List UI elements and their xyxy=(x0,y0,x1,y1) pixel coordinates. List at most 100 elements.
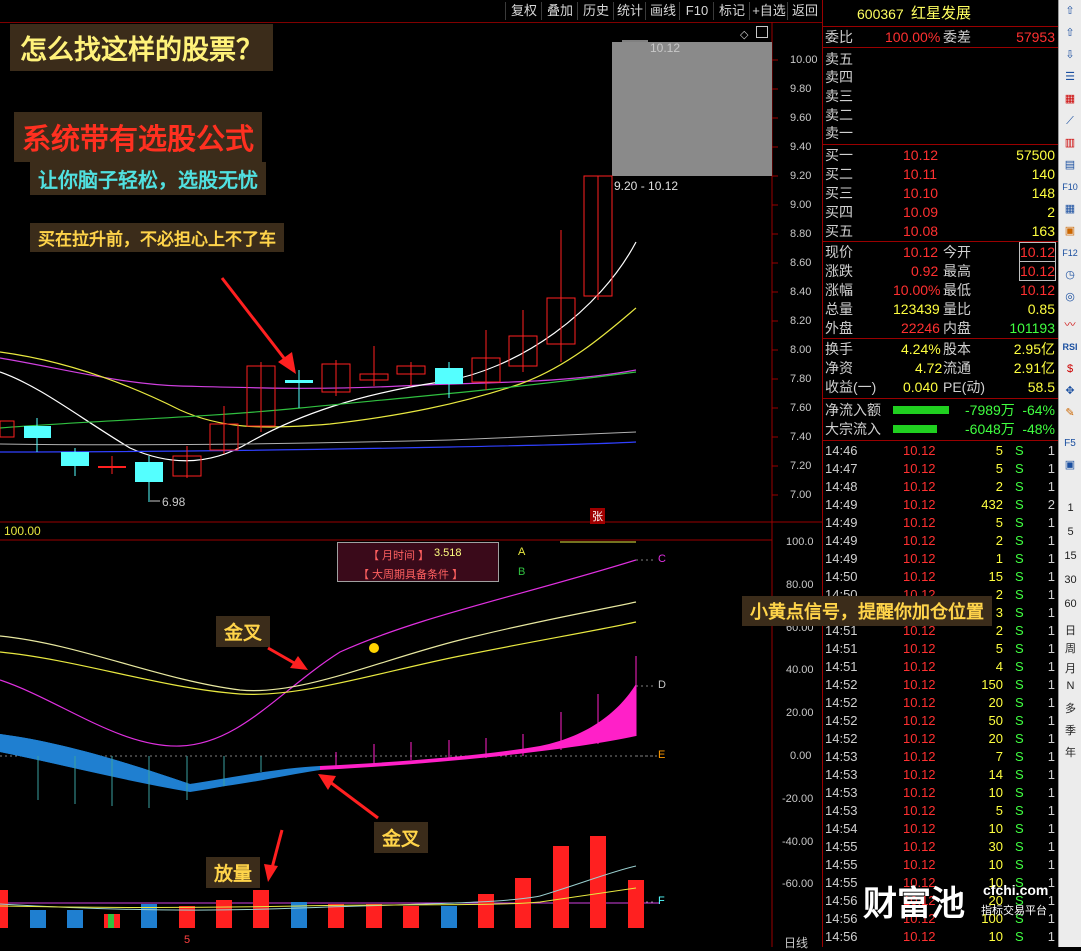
tick-price: 10.12 xyxy=(903,479,936,494)
tick-count: 1 xyxy=(1047,641,1055,656)
tick-volume: 5 xyxy=(995,803,1003,818)
tick-price: 10.12 xyxy=(903,443,936,458)
window-icon[interactable]: ▣ xyxy=(1062,458,1078,473)
period-button[interactable]: 60 xyxy=(1059,598,1081,610)
dollar-icon[interactable]: $ xyxy=(1062,362,1078,377)
tick-row: 14:51 10.12 5 S 1 xyxy=(825,640,1057,658)
period-label[interactable]: 日线 xyxy=(784,934,808,951)
tick-count: 1 xyxy=(1047,659,1055,674)
tick-price: 10.12 xyxy=(903,839,936,854)
period-button[interactable]: 季 xyxy=(1059,722,1081,738)
ring-icon[interactable]: ◎ xyxy=(1062,290,1078,305)
stock-header: 600367 红星发展 xyxy=(825,5,1057,23)
tick-volume: 7 xyxy=(995,749,1003,764)
list-icon[interactable]: ☰ xyxy=(1062,70,1078,85)
f5-icon[interactable]: F5 xyxy=(1062,436,1078,451)
tick-count: 1 xyxy=(1047,605,1055,620)
period-button[interactable]: 月 xyxy=(1059,660,1081,676)
golden-cross-label-1: 金叉 xyxy=(216,616,271,647)
tick-volume: 50 xyxy=(988,713,1003,728)
tick-time: 14:53 xyxy=(825,803,858,818)
up-arrow-icon[interactable]: ⇧ xyxy=(1062,4,1078,19)
tick-side: S xyxy=(1015,821,1024,836)
f10-icon[interactable]: F10 xyxy=(1062,180,1078,195)
tick-volume: 20 xyxy=(988,731,1003,746)
tick-count: 2 xyxy=(1047,497,1055,512)
up-arrow-icon[interactable]: ⇧ xyxy=(1062,26,1078,41)
indicator-axis-label: -60.00 xyxy=(782,878,814,890)
tick-count: 1 xyxy=(1047,929,1055,944)
period-button[interactable]: N xyxy=(1059,680,1081,692)
period-button[interactable]: 30 xyxy=(1059,574,1081,586)
tick-row: 14:52 10.12 20 S 1 xyxy=(825,694,1057,712)
period-button[interactable]: 5 xyxy=(1059,526,1081,538)
tick-row: 14:47 10.12 5 S 1 xyxy=(825,460,1057,478)
yellow-dot-signal xyxy=(369,643,379,653)
zoom-box[interactable] xyxy=(612,42,772,176)
low-price-tag: 6.98 xyxy=(162,495,186,509)
tick-side: S xyxy=(1015,803,1024,818)
clock-icon[interactable]: ◷ xyxy=(1062,268,1078,283)
tick-time: 14:56 xyxy=(825,911,858,926)
maximize-icon[interactable] xyxy=(756,26,768,38)
tick-count: 1 xyxy=(1047,551,1055,566)
tick-volume: 5 xyxy=(995,461,1003,476)
tick-time: 14:53 xyxy=(825,767,858,782)
tick-side: S xyxy=(1015,461,1024,476)
grid-icon[interactable]: ▦ xyxy=(1062,202,1078,217)
tick-count: 1 xyxy=(1047,767,1055,782)
tick-volume: 5 xyxy=(995,515,1003,530)
ma-line-white xyxy=(0,241,637,462)
buy-level: 买四 10.09 2 xyxy=(825,204,1055,220)
line-chart-icon[interactable]: ⟋ xyxy=(1062,114,1078,129)
tick-count: 1 xyxy=(1047,461,1055,476)
condition-label: 【 月时间 】 xyxy=(368,550,430,562)
panel-value: 100.00 xyxy=(4,524,41,538)
stat-row: 收益(一) 0.040 PE(动) 58.5 xyxy=(825,379,1055,395)
f12-icon[interactable]: F12 xyxy=(1062,246,1078,261)
tick-count: 1 xyxy=(1047,515,1055,530)
tick-time: 14:47 xyxy=(825,461,858,476)
candle-icon[interactable]: ▥ xyxy=(1062,136,1078,151)
sell-level: 卖三 xyxy=(825,88,853,104)
tick-row: 14:49 10.12 5 S 1 xyxy=(825,514,1057,532)
rsi-icon[interactable]: RSI xyxy=(1062,340,1078,355)
period-button[interactable]: 日 xyxy=(1059,622,1081,638)
condition-label-2: 【 大周期具备条件 】 xyxy=(358,569,464,581)
down-arrow-icon[interactable]: ⇩ xyxy=(1062,48,1078,63)
tick-side: S xyxy=(1015,731,1024,746)
period-button[interactable]: 周 xyxy=(1059,640,1081,656)
tick-time: 14:52 xyxy=(825,695,858,710)
stat-row: 现价 10.12 今开 10.12 xyxy=(825,242,1057,262)
pencil-icon[interactable]: ✎ xyxy=(1062,406,1078,421)
tick-time: 14:51 xyxy=(825,659,858,674)
volume-bars xyxy=(0,836,644,928)
period-button[interactable]: 多 xyxy=(1059,700,1081,716)
tick-row: 14:55 10.12 30 S 1 xyxy=(825,838,1057,856)
golden-cross-label-2: 金叉 xyxy=(374,822,429,853)
tick-price: 10.12 xyxy=(903,641,936,656)
table-icon[interactable]: ▤ xyxy=(1062,158,1078,173)
diamond-icon[interactable]: ◇ xyxy=(740,28,748,41)
tick-count: 1 xyxy=(1047,443,1055,458)
tick-price: 10.12 xyxy=(903,551,936,566)
tick-volume: 5 xyxy=(995,641,1003,656)
wave-icon[interactable]: 〰 xyxy=(1062,318,1078,333)
tick-volume: 2 xyxy=(995,533,1003,548)
tick-price: 10.12 xyxy=(903,695,936,710)
tick-time: 14:55 xyxy=(825,875,858,890)
move-icon[interactable]: ✥ xyxy=(1062,384,1078,399)
tick-row: 14:46 10.12 5 S 1 xyxy=(825,442,1057,460)
period-button[interactable]: 1 xyxy=(1059,502,1081,514)
calendar-icon[interactable]: ▦ xyxy=(1062,92,1078,107)
tick-price: 10.12 xyxy=(903,821,936,836)
period-button[interactable]: 15 xyxy=(1059,550,1081,562)
indicator-axis-label: -40.00 xyxy=(782,836,814,848)
period-button[interactable]: 年 xyxy=(1059,744,1081,760)
ma-line-blue xyxy=(0,441,637,453)
tick-side: S xyxy=(1015,533,1024,548)
tick-time: 14:49 xyxy=(825,533,858,548)
buy-level: 买一 10.12 57500 xyxy=(825,147,1055,163)
doc-icon[interactable]: ▣ xyxy=(1062,224,1078,239)
quote-panel: 600367 红星发展 委比 100.00% 委差 57953 卖五 卖四 卖三… xyxy=(822,0,1059,947)
